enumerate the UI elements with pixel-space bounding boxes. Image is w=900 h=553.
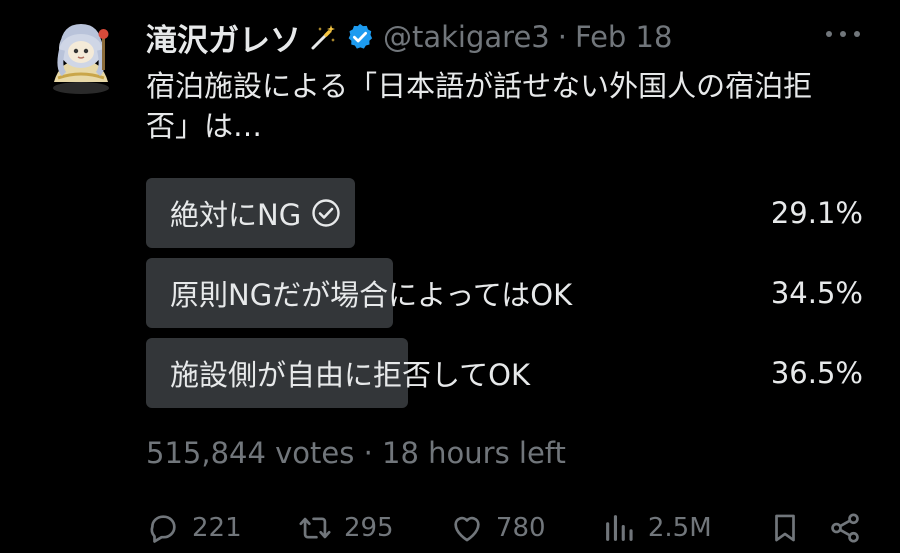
secondary-actions [768,511,862,545]
poll-option-percent: 36.5% [770,356,863,390]
tweet-date[interactable]: Feb 18 [575,20,672,54]
views-count: 2.5M [647,513,712,543]
action-bar: 221 295 780 2.5M [146,506,862,550]
repost-count: 295 [343,513,394,543]
magic-wand-icon [311,25,335,50]
like-button[interactable]: 780 [450,511,546,545]
repost-button[interactable]: 295 [298,511,394,545]
poll-option[interactable]: 施設側が自由に拒否してOK 36.5% [146,338,863,408]
poll-option-percent: 29.1% [770,196,863,230]
poll-option-label: 原則NGだが場合によってはOK [170,278,573,312]
poll-option-percent: 34.5% [770,276,863,310]
tweet-text-line: 宿泊施設による「日本語が話せない外国人の宿泊拒 [146,69,813,103]
separator-dot: · [557,20,567,54]
poll-option-label: 絶対にNG [170,198,302,232]
more-icon[interactable] [826,24,860,44]
repost-icon [299,517,331,539]
reply-icon [150,515,176,543]
user-handle[interactable]: @takigare3 [383,20,550,54]
reply-count: 221 [192,513,242,543]
poll-option[interactable]: 絶対にNG 29.1% [146,178,863,248]
views-icon [605,515,633,541]
tweet-text: 宿泊施設による「日本語が話せない外国人の宿泊拒 否」は… [146,66,876,146]
verified-badge-icon [348,23,373,49]
display-name[interactable]: 滝沢ガレソ [146,15,301,60]
poll-option[interactable]: 原則NGだが場合によってはOK 34.5% [146,258,863,328]
tweet-text-line: 否」は… [146,109,263,143]
poll-meta: 515,844 votes · 18 hours left [146,436,566,470]
share-icon[interactable] [828,511,862,545]
avatar[interactable] [40,16,122,98]
like-count: 780 [495,513,546,543]
reply-button[interactable]: 221 [146,511,242,545]
bookmark-icon[interactable] [768,511,802,545]
like-icon [454,516,480,542]
views-button[interactable]: 2.5M [602,511,712,545]
tweet-header: 滝沢ガレソ @takigare3 · Feb 18 [146,14,870,60]
check-circle-icon [312,199,340,227]
poll-option-label: 施設側が自由に拒否してOK [170,358,530,392]
